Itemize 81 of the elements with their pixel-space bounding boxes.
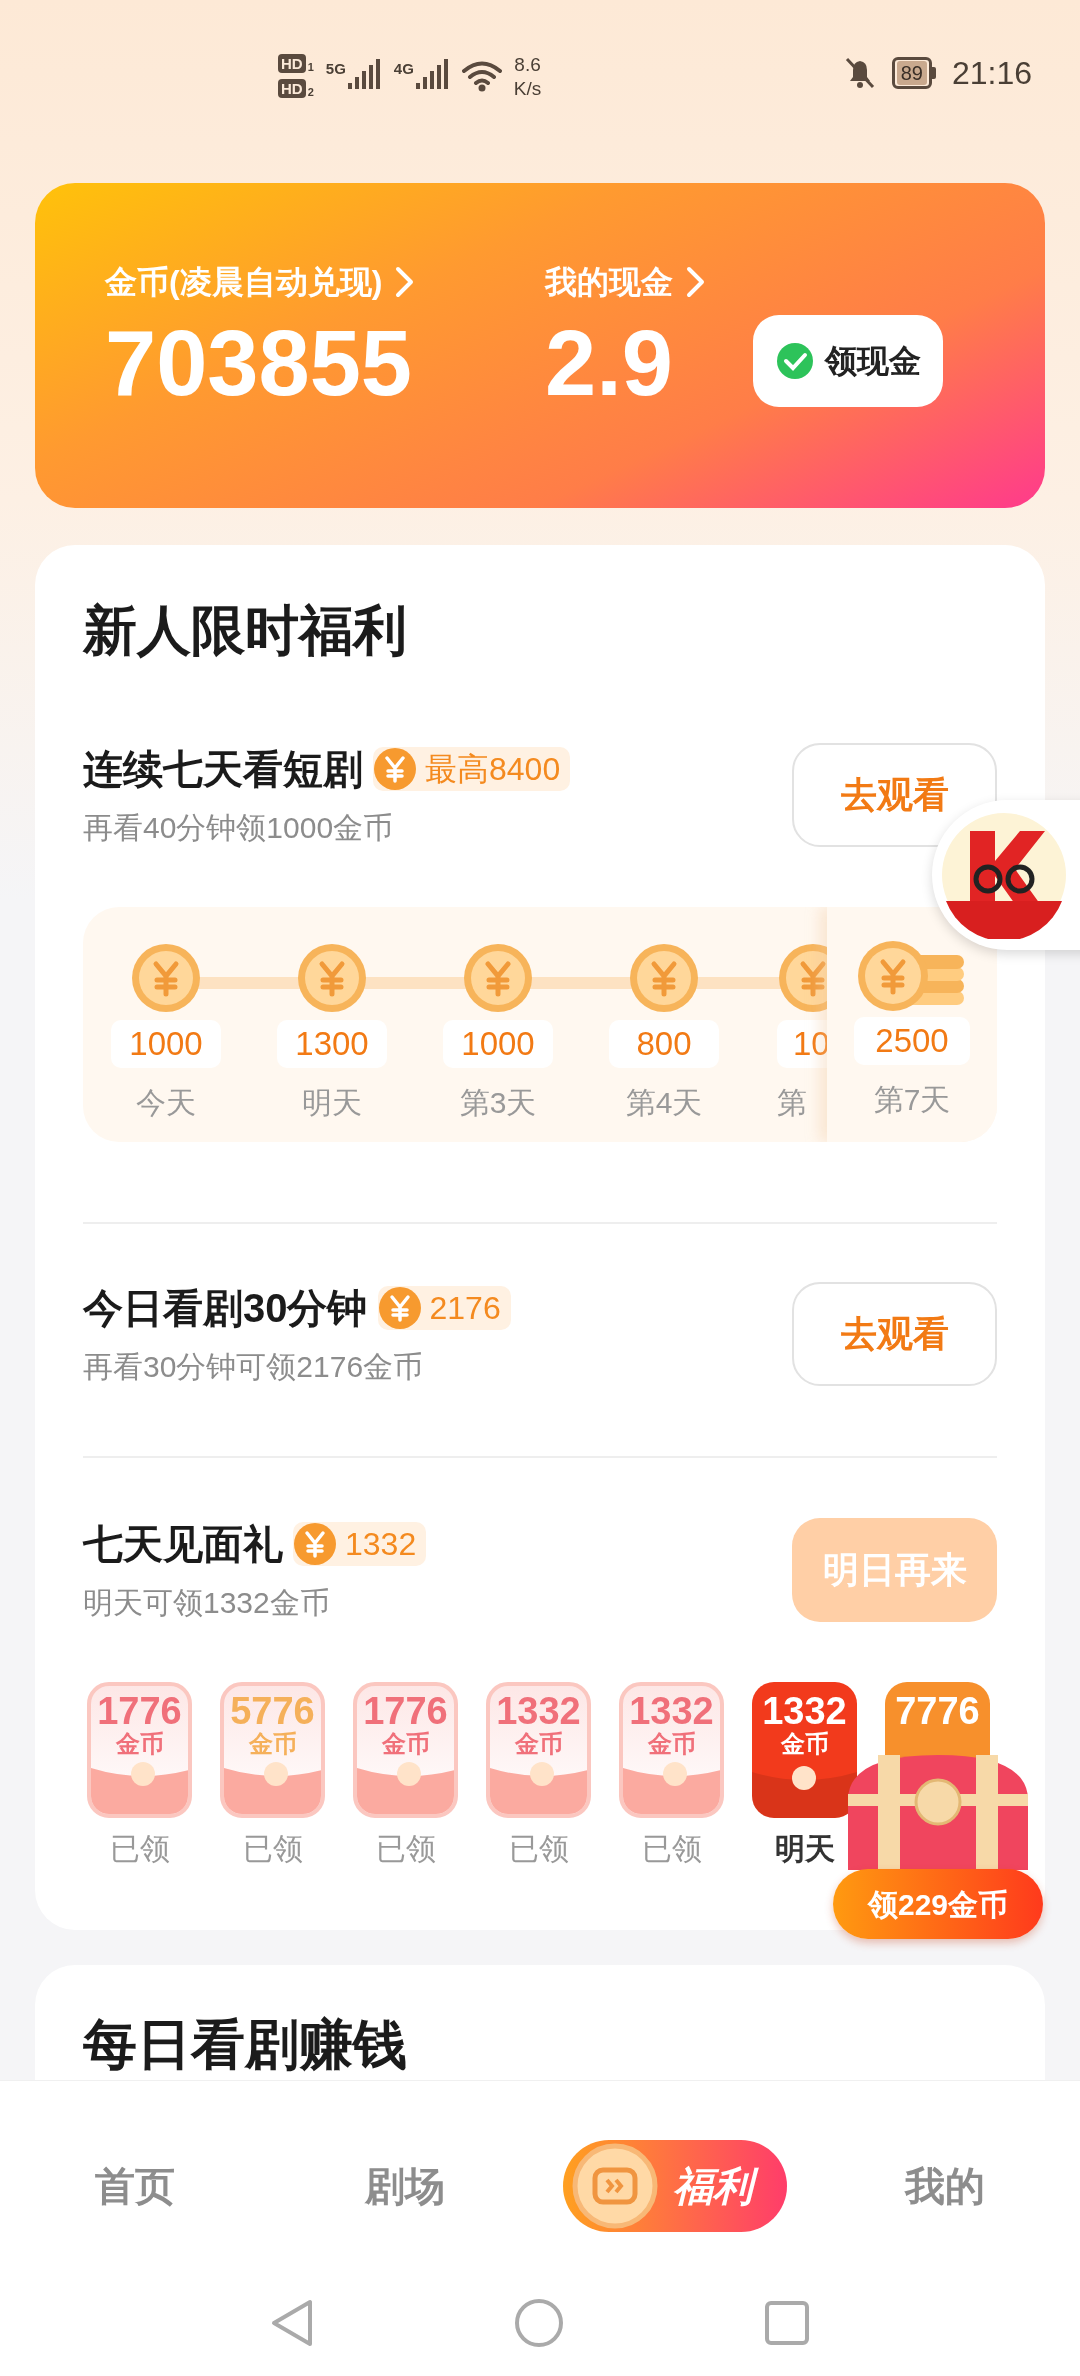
cash-label: 我的现金: [545, 266, 673, 298]
sim-slot-number: 2: [307, 87, 314, 98]
packet-unit: 金币: [115, 1732, 164, 1756]
packet-unit: 金币: [248, 1732, 297, 1756]
packet-status: 已领: [641, 1834, 702, 1864]
task-action-button[interactable]: 去观看: [792, 743, 997, 847]
packet-amount: 5776: [230, 1692, 315, 1730]
coin-play-icon: [571, 2141, 659, 2230]
logo-icon: [940, 811, 1068, 939]
chevron-right-icon: [685, 265, 707, 299]
yen-coin-icon: [377, 1286, 422, 1330]
packet-amount: 1776: [363, 1692, 448, 1730]
hd-indicator: HD: [278, 54, 306, 73]
coin-icon: [130, 942, 202, 1014]
task-title: 七天见面礼: [83, 1524, 283, 1564]
day-reward-amount: 1000: [443, 1020, 553, 1068]
day-reward-amount: 800: [609, 1020, 719, 1068]
wifi-icon: [461, 60, 502, 92]
day-label: 第7天: [873, 1085, 951, 1115]
nav-tab[interactable]: 福利: [563, 2139, 787, 2232]
battery-level: 89: [896, 61, 927, 85]
day-label: 明天: [302, 1088, 362, 1118]
section-title: 每日看剧赚钱: [83, 2017, 408, 2071]
back-icon[interactable]: [270, 2298, 314, 2348]
yen-coin-icon: [373, 747, 417, 791]
nav-tab[interactable]: 剧场: [345, 2139, 465, 2232]
reward-amount: 最高8400: [425, 753, 561, 785]
hd-indicator: HD: [278, 79, 306, 98]
packet-amount: 7776: [895, 1692, 980, 1730]
task-title: 连续七天看短剧: [83, 749, 363, 789]
day-reward-amount: 2500: [854, 1017, 970, 1065]
task-subtitle: 明天可领1332金币: [83, 1588, 331, 1618]
packet-amount: 1776: [97, 1692, 182, 1730]
packet-amount: 1332: [629, 1692, 714, 1730]
network-type-label: 5G: [325, 61, 346, 76]
section-title: 新人限时福利: [83, 603, 408, 657]
reward-amount: 2176: [429, 1292, 501, 1324]
packet-unit: 金币: [381, 1732, 430, 1756]
chest-reward-button[interactable]: 领229金币: [833, 1869, 1043, 1939]
task-subtitle: 再看40分钟领1000金币: [83, 813, 395, 843]
coin-icon: [296, 942, 368, 1014]
coins-label: 金币(凌晨自动兑现): [105, 266, 383, 298]
reward-amount: 1332: [345, 1528, 417, 1560]
day-label: 第4天: [625, 1088, 703, 1118]
withdraw-cash-button[interactable]: 领现金: [753, 315, 943, 407]
coins-link[interactable]: 金币(凌晨自动兑现): [105, 265, 545, 299]
clock-time: 21:16: [951, 57, 1032, 89]
packet-amount: 1332: [496, 1692, 581, 1730]
network-type-label: 4G: [393, 61, 414, 76]
packet-status: 已领: [508, 1834, 569, 1864]
packet-amount: 1332: [762, 1692, 847, 1730]
sim-slot-number: 1: [307, 62, 314, 73]
coin-icon: [628, 942, 700, 1014]
packet-status: 已领: [375, 1834, 436, 1864]
packet-status: 已领: [242, 1834, 303, 1864]
cash-balance: 2.9: [545, 317, 674, 409]
day-label: 第3天: [459, 1088, 537, 1118]
day-reward-amount: 1000: [111, 1020, 221, 1068]
day-reward-amount: 1300: [277, 1020, 387, 1068]
nav-tab[interactable]: 我的: [885, 2139, 1005, 2232]
muted-bell-icon: [843, 56, 876, 90]
day-label: 今天: [136, 1088, 196, 1118]
packet-unit: 金币: [780, 1732, 829, 1756]
task-subtitle: 再看30分钟可领2176金币: [83, 1352, 425, 1382]
coin-icon: [462, 942, 534, 1014]
network-speed-value: 8.6: [514, 54, 541, 74]
packet-status: 明天: [774, 1834, 835, 1864]
recents-icon[interactable]: [764, 2300, 810, 2346]
cash-link[interactable]: 我的现金: [545, 265, 753, 299]
coins-balance: 703855: [105, 317, 413, 409]
yen-coin-icon: [293, 1522, 337, 1566]
nav-tab[interactable]: 首页: [75, 2139, 195, 2232]
packet-status: 已领: [109, 1834, 170, 1864]
network-speed-unit: K/s: [513, 78, 542, 98]
task-title: 今日看剧30分钟: [83, 1288, 368, 1328]
day-label: 第: [777, 1088, 807, 1118]
chat-check-icon: [775, 341, 815, 381]
packet-unit: 金币: [514, 1732, 563, 1756]
packet-unit: 金币: [647, 1732, 696, 1756]
task-action-button[interactable]: 去观看: [792, 1282, 997, 1386]
home-icon[interactable]: [514, 2298, 564, 2348]
